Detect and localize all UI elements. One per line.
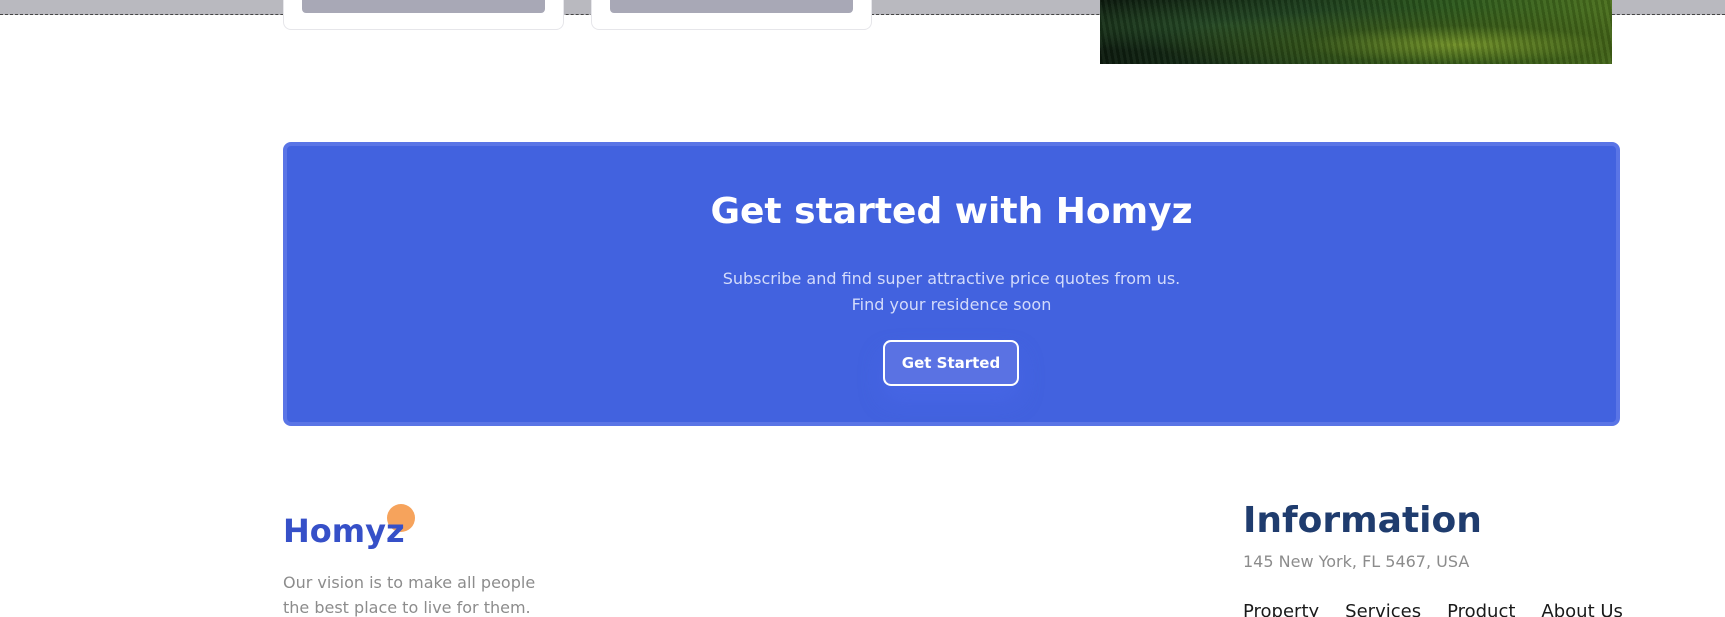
property-card-partial[interactable]	[591, 0, 872, 30]
forest-photo	[1100, 0, 1612, 64]
get-started-banner: Get started with Homyz Subscribe and fin…	[283, 142, 1620, 426]
footer-logo[interactable]: Homyz	[283, 504, 423, 554]
banner-subtitle: Subscribe and find super attractive pric…	[287, 266, 1616, 318]
banner-subtitle-line: Find your residence soon	[851, 295, 1052, 314]
footer-link-about-us[interactable]: About Us	[1541, 601, 1623, 617]
banner-subtitle-line: Subscribe and find super attractive pric…	[722, 269, 1181, 288]
property-card-partial[interactable]	[283, 0, 564, 30]
logo-text: Homyz	[283, 512, 405, 550]
footer-link-property[interactable]: Property	[1243, 601, 1319, 617]
footer-link-services[interactable]: Services	[1345, 601, 1421, 617]
vision-line: the best place to live for them.	[283, 598, 531, 617]
footer-link-product[interactable]: Product	[1447, 601, 1515, 617]
banner-title: Get started with Homyz	[710, 191, 1193, 232]
information-heading: Information	[1243, 500, 1482, 541]
card-image-placeholder	[302, 0, 545, 13]
get-started-button[interactable]: Get Started	[883, 340, 1019, 386]
page: Get started with Homyz Subscribe and fin…	[0, 0, 1725, 617]
footer-address: 145 New York, FL 5467, USA	[1243, 552, 1470, 571]
footer-links: Property Services Product About Us	[1243, 601, 1623, 617]
vision-line: Our vision is to make all people	[283, 573, 536, 592]
card-image-placeholder	[610, 0, 853, 13]
footer-vision-text: Our vision is to make all people the bes…	[283, 570, 583, 617]
